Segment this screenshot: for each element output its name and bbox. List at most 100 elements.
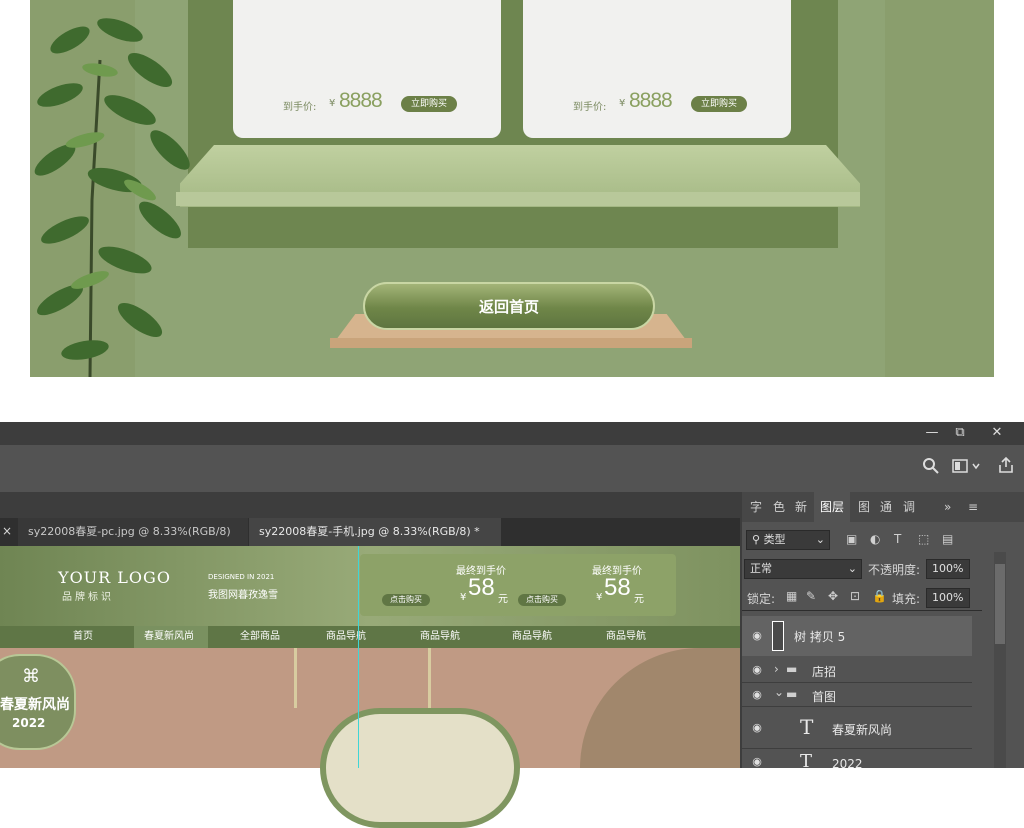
minimize-icon[interactable]: —	[917, 422, 947, 444]
guide-line[interactable]	[358, 546, 359, 768]
chevron-down-icon[interactable]: ⌄	[774, 685, 784, 699]
tab-label: sy22008春夏-手机.jpg @ 8.33%(RGB/8) *	[259, 525, 480, 538]
layer-name: 店招	[812, 665, 837, 679]
move-icon[interactable]: ✥	[828, 589, 838, 603]
shop-nav-bar: 首页 春夏新风尚 全部商品 商品导航 商品导航 商品导航 商品导航	[0, 626, 740, 648]
share-icon[interactable]	[997, 456, 1015, 474]
visibility-eye-icon[interactable]: ◉	[750, 721, 764, 735]
tab-color[interactable]: 色	[773, 492, 785, 522]
hero-circle-sign	[320, 708, 520, 828]
document-tab-bar: × sy22008春夏-pc.jpg @ 8.33%(RGB/8) × sy22…	[0, 518, 740, 566]
hero-area	[0, 648, 740, 828]
options-bar	[0, 445, 1024, 492]
folder-icon: ▬	[786, 662, 798, 676]
nav-item-guide[interactable]: 商品导航	[606, 626, 646, 648]
layer-thumbnail	[772, 621, 784, 651]
nav-item-guide[interactable]: 商品导航	[512, 626, 552, 648]
layer-name: 树 拷贝 5	[794, 630, 846, 644]
brush-icon[interactable]: ✎	[806, 589, 816, 603]
display-shelf-front	[176, 192, 860, 206]
fill-input[interactable]: 100%	[926, 588, 970, 608]
layer-name: 首图	[812, 690, 837, 704]
plant-illustration	[34, 18, 190, 377]
fill-label: 填充:	[892, 592, 921, 606]
search-icon[interactable]	[922, 457, 940, 475]
design-preview: 到手价: ¥ 8888 立即购买 到手价: ¥ 8888 立即购买 返回首页	[30, 0, 994, 377]
layer-row[interactable]: ◉ T 春夏新风尚	[742, 706, 972, 748]
layer-filter-select[interactable]: ⚲ 类型 ⌄	[746, 530, 830, 550]
coupon-buy-button[interactable]: 点击购买	[382, 594, 430, 606]
scrollbar-thumb[interactable]	[995, 564, 1005, 644]
text-filter-icon[interactable]: T	[894, 532, 901, 546]
product-card: 到手价: ¥ 8888 立即购买	[523, 0, 791, 138]
close-icon[interactable]: ✕	[982, 422, 1012, 444]
nav-item-spring[interactable]: 春夏新风尚	[144, 626, 194, 648]
nav-item-guide[interactable]: 商品导航	[326, 626, 366, 648]
tab-image[interactable]: 图	[858, 492, 870, 522]
hero-decor-arch	[580, 648, 740, 768]
price-label: 到手价:	[283, 102, 317, 113]
folder-icon: ▬	[786, 687, 798, 701]
tab-character[interactable]: 字	[750, 492, 762, 522]
layer-row[interactable]: ◉ 树 拷贝 5	[742, 616, 972, 656]
text-layer-icon: T	[800, 751, 813, 772]
shop-banner: YOUR LOGO 品牌标识 DESIGNED IN 2021 我图网暮孜逸雪 …	[0, 546, 740, 626]
panel-expand-icon[interactable]: »	[944, 492, 951, 522]
tab-pc-document[interactable]: sy22008春夏-pc.jpg @ 8.33%(RGB/8) ×	[18, 518, 248, 566]
panel-menu-icon[interactable]: ≡	[968, 492, 978, 522]
hanging-rope	[428, 648, 431, 708]
layer-row[interactable]: ◉ › ▬ 店招	[742, 658, 972, 682]
chevron-right-icon[interactable]: ›	[774, 662, 779, 676]
nav-item-home[interactable]: 首页	[73, 626, 93, 648]
visibility-eye-icon[interactable]: ◉	[750, 629, 764, 643]
tab-channels[interactable]: 通	[880, 492, 892, 522]
coupon-amount: 58	[468, 574, 495, 601]
filter-value: 类型	[763, 533, 786, 546]
layer-row[interactable]: ◉ T 2022	[742, 748, 972, 772]
layer-name: 春夏新风尚	[832, 723, 893, 737]
currency-symbol: ¥	[619, 98, 626, 109]
currency-symbol: ¥	[329, 98, 336, 109]
text-layer-icon: T	[800, 715, 814, 739]
panel-scrollbar[interactable]	[994, 552, 1006, 768]
price-value: 8888	[339, 89, 383, 112]
layer-row[interactable]: ◉ ⌄ ▬ 首图	[742, 682, 972, 706]
logo-subtitle: 品牌标识	[62, 592, 114, 603]
visibility-eye-icon[interactable]: ◉	[750, 688, 764, 702]
tab-mobile-document[interactable]: sy22008春夏-手机.jpg @ 8.33%(RGB/8) * ×	[249, 518, 501, 566]
nav-item-guide[interactable]: 商品导航	[420, 626, 460, 648]
opacity-label: 不透明度:	[868, 563, 921, 577]
designed-label: DESIGNED IN 2021	[208, 573, 275, 581]
opacity-input[interactable]: 100%	[926, 559, 970, 579]
artboard-icon[interactable]: ⊡	[850, 589, 860, 603]
visibility-eye-icon[interactable]: ◉	[750, 663, 764, 677]
image-filter-icon[interactable]: ▣	[846, 532, 857, 546]
lock-icon[interactable]: 🔒	[872, 589, 887, 603]
divider	[742, 610, 982, 611]
back-to-home-button[interactable]: 返回首页	[363, 282, 655, 330]
document-canvas[interactable]: YOUR LOGO 品牌标识 DESIGNED IN 2021 我图网暮孜逸雪 …	[0, 546, 740, 828]
restore-icon[interactable]: ⧉	[945, 422, 975, 444]
shape-filter-icon[interactable]: ⬚	[918, 532, 929, 546]
tab-adjust[interactable]: 调	[903, 492, 915, 522]
tab-layers[interactable]: 图层	[814, 492, 850, 522]
coupon-unit: 元	[498, 594, 508, 605]
buy-now-button[interactable]: 立即购买	[691, 96, 748, 112]
brand-tagline: 我图网暮孜逸雪	[208, 590, 278, 601]
layer-name: 2022	[832, 757, 863, 771]
tab-new[interactable]: 新	[795, 492, 807, 522]
smart-filter-icon[interactable]: ▤	[942, 532, 953, 546]
visibility-eye-icon[interactable]: ◉	[750, 755, 764, 769]
coupon-area: 最终到手价 ¥ 58 元 点击购买 点击购买 最终到手价 ¥ 58 元	[360, 554, 676, 616]
lock-pixels-icon[interactable]: ▦	[786, 589, 797, 603]
tab-close-icon[interactable]: ×	[2, 524, 12, 538]
nav-item-all[interactable]: 全部商品	[240, 626, 280, 648]
buy-now-button[interactable]: 立即购买	[401, 96, 458, 112]
logo-text: YOUR LOGO	[58, 568, 171, 587]
view-icon[interactable]	[952, 458, 982, 474]
coupon-currency: ¥	[460, 592, 467, 603]
blend-mode-select[interactable]: 正常 ⌄	[744, 559, 862, 579]
coupon-buy-button[interactable]: 点击购买	[518, 594, 566, 606]
clover-icon: ⌘	[22, 666, 40, 687]
adjust-filter-icon[interactable]: ◐	[870, 532, 880, 546]
